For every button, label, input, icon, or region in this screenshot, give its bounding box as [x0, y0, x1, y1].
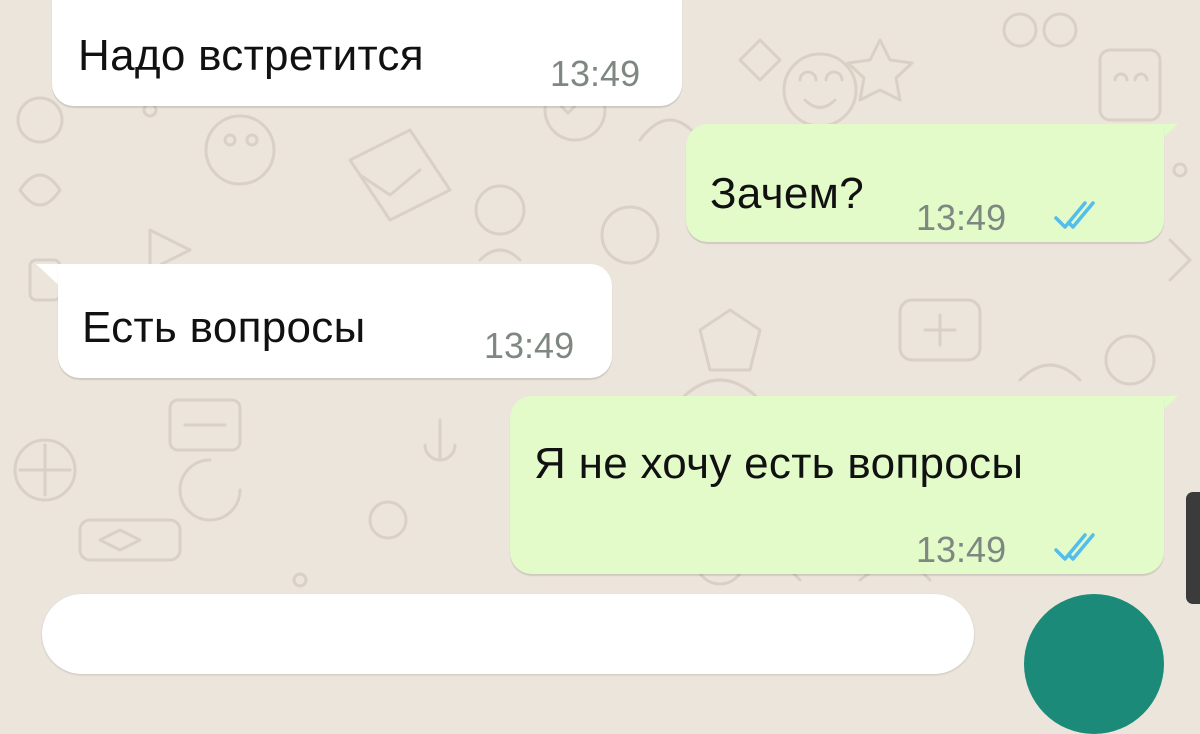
- message-input-field[interactable]: [42, 594, 974, 674]
- message-bubble-incoming[interactable]: Есть вопросы 13:49: [58, 264, 612, 378]
- scrollbar-thumb[interactable]: [1186, 492, 1200, 604]
- message-time: 13:49: [916, 529, 1007, 570]
- send-button[interactable]: [1024, 594, 1164, 734]
- message-bubble-incoming[interactable]: Надо встретится 13:49: [52, 0, 682, 106]
- message-time: 13:49: [916, 197, 1007, 238]
- message-bubble-outgoing[interactable]: Я не хочу есть вопросы 13:49: [510, 396, 1164, 574]
- message-text: Надо встретится: [78, 31, 424, 80]
- message-time: 13:49: [484, 325, 575, 366]
- message-text: Есть вопросы: [82, 303, 366, 352]
- double-check-icon: [1054, 533, 1095, 561]
- double-check-icon: [1054, 201, 1095, 229]
- message-bubble-outgoing[interactable]: Зачем? 13:49: [686, 124, 1164, 242]
- message-text: Я не хочу есть вопросы: [534, 439, 1024, 488]
- message-text: Зачем?: [710, 169, 864, 218]
- message-time: 13:49: [550, 53, 641, 94]
